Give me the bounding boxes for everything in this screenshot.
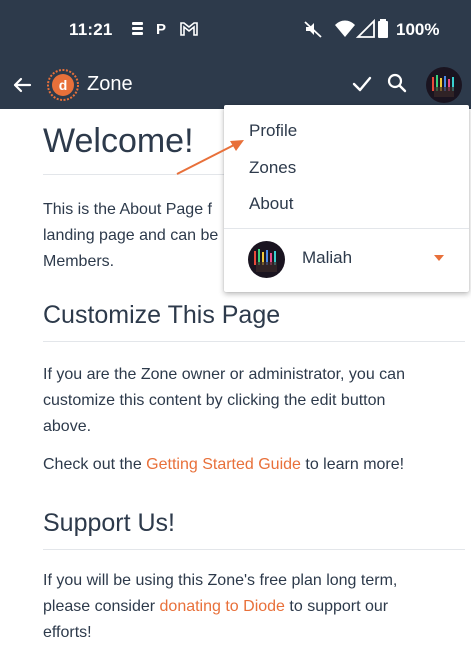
support-heading: Support Us!: [43, 509, 176, 537]
menu-item-profile[interactable]: Profile: [224, 113, 469, 149]
support-divider: [43, 549, 465, 550]
battery-percent: 100%: [396, 20, 440, 39]
user-avatar-image: [248, 241, 285, 278]
status-time: 11:21: [69, 20, 113, 39]
customize-heading: Customize This Page: [43, 301, 281, 329]
customize-text: If you are the Zone owner or administrat…: [43, 366, 405, 435]
zone-logo-icon[interactable]: d: [47, 69, 79, 101]
page-title: Welcome!: [43, 122, 194, 160]
menu-user-switcher[interactable]: Maliah: [224, 233, 469, 285]
gmail-icon: [180, 22, 198, 36]
app-bar: d Zone: [0, 61, 471, 109]
user-name: Maliah: [302, 248, 353, 267]
menu-item-label: Zones: [249, 158, 297, 177]
donate-link[interactable]: donating to Diode: [160, 598, 285, 615]
avatar-image: [426, 67, 462, 103]
guide-paragraph: Check out the Getting Started Guide to l…: [43, 452, 453, 478]
sim-stack-icon: [132, 22, 143, 35]
caret-down-icon[interactable]: [434, 255, 444, 261]
menu-item-label: Profile: [249, 121, 298, 140]
check-icon[interactable]: [351, 73, 373, 95]
menu-item-label: About: [249, 194, 294, 213]
user-avatar: [248, 241, 285, 278]
menu-divider: [224, 228, 469, 229]
avatar[interactable]: [426, 67, 462, 103]
customize-divider: [43, 341, 465, 342]
status-bar: 11:21 P 100%: [0, 0, 471, 61]
menu-item-about[interactable]: About: [224, 186, 469, 222]
app-title: Zone: [87, 73, 133, 95]
zone-logo-letter: d: [59, 77, 68, 93]
signal-icon: [355, 18, 375, 38]
support-paragraph: If you will be using this Zone's free pl…: [43, 568, 435, 646]
menu-item-zones[interactable]: Zones: [224, 150, 469, 186]
wifi-icon: [335, 20, 355, 37]
app-screen: 11:21 P 100% d Zone Welcome! This is the…: [0, 0, 471, 657]
account-dropdown-menu: Profile Zones About Maliah: [224, 105, 469, 292]
search-icon[interactable]: [386, 72, 408, 94]
mute-icon: [304, 21, 322, 38]
back-arrow-icon[interactable]: [10, 73, 34, 97]
battery-icon: [378, 19, 388, 38]
p-icon: P: [156, 21, 167, 38]
guide-prefix: Check out the: [43, 456, 147, 473]
guide-suffix: to learn more!: [300, 456, 405, 473]
getting-started-link[interactable]: Getting Started Guide: [146, 456, 301, 473]
